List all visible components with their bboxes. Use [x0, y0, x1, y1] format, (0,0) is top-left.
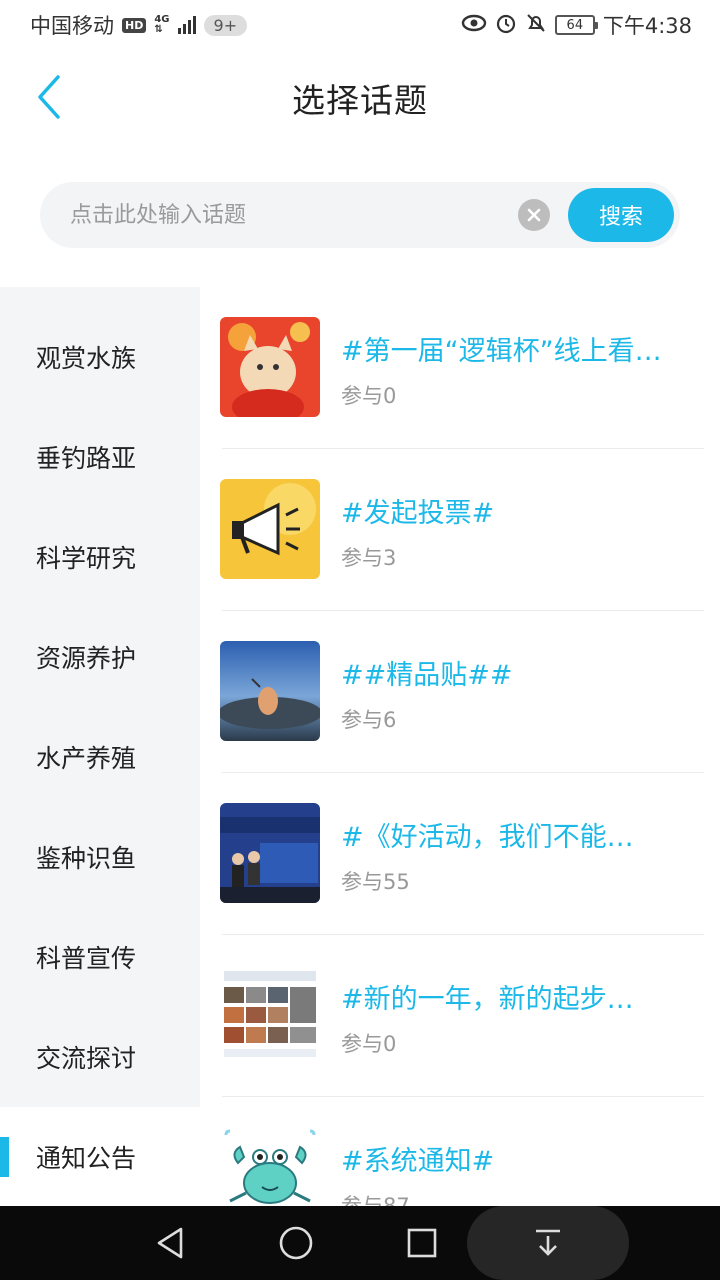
hd-badge: HD: [122, 17, 147, 33]
clear-button[interactable]: [518, 199, 550, 231]
topic-item[interactable]: #第一届“逻辑杯”线上看… 参与0: [200, 287, 720, 449]
topic-title: #新的一年，新的起步…: [341, 984, 634, 1015]
system-nav-bar: [0, 1206, 720, 1280]
topic-thumbnail: [220, 479, 320, 579]
category-label: 科普宣传: [36, 944, 137, 973]
category-item-active[interactable]: 通知公告: [0, 1107, 200, 1207]
search-button[interactable]: 搜索: [568, 188, 674, 242]
topic-title: #系统通知#: [341, 1146, 495, 1177]
active-indicator: [0, 1137, 9, 1177]
topic-list: #第一届“逻辑杯”线上看… 参与0 #发起投票# 参与3 ##精品贴## 参与6…: [200, 287, 720, 1206]
topic-item[interactable]: #新的一年，新的起步… 参与0: [200, 935, 720, 1097]
status-right: 64 下午4:38: [461, 10, 692, 40]
category-label: 观赏水族: [36, 344, 137, 373]
topic-participant-count: 参与6: [341, 708, 397, 732]
topic-item[interactable]: ##精品贴## 参与6: [200, 611, 720, 773]
topic-item[interactable]: #系统通知# 参与87: [200, 1097, 720, 1206]
status-bar: 中国移动 HD 4G ⇅ 9+ 64 下午4:38: [0, 0, 720, 50]
mute-bell-icon: [525, 12, 547, 39]
page-title: 选择话题: [292, 80, 428, 120]
topic-thumbnail: [220, 1127, 320, 1206]
header: 选择话题: [0, 55, 720, 140]
topic-thumbnail: [220, 317, 320, 417]
category-item[interactable]: 科学研究: [0, 507, 200, 607]
topic-item[interactable]: #发起投票# 参与3: [200, 449, 720, 611]
category-label: 水产养殖: [36, 744, 137, 773]
pull-down-icon: [536, 1229, 560, 1256]
topic-participant-count: 参与0: [341, 1032, 397, 1056]
topic-participant-count: 参与3: [341, 546, 397, 570]
topic-item[interactable]: #《好活动，我们不能… 参与55: [200, 773, 720, 935]
alarm-icon: [495, 12, 517, 39]
data-arrows-icon: ⇅: [154, 24, 163, 35]
nav-back-button[interactable]: [120, 1206, 220, 1280]
category-label: 鉴种识鱼: [36, 844, 137, 873]
chevron-left-icon: [38, 75, 60, 119]
back-button[interactable]: [24, 67, 74, 127]
category-item[interactable]: 观赏水族: [0, 307, 200, 407]
category-item[interactable]: 鉴种识鱼: [0, 807, 200, 907]
nav-recents-button[interactable]: [372, 1206, 472, 1280]
nav-home-button[interactable]: [246, 1206, 346, 1280]
category-label: 科学研究: [36, 544, 137, 573]
clock-label: 下午4:38: [602, 14, 692, 38]
category-item[interactable]: 资源养护: [0, 607, 200, 707]
topic-participant-count: 参与87: [341, 1194, 410, 1206]
search-bar: 搜索: [40, 182, 680, 248]
category-label: 通知公告: [36, 1144, 137, 1173]
category-label: 垂钓路亚: [36, 444, 137, 473]
category-label: 交流探讨: [36, 1044, 137, 1073]
category-item[interactable]: 垂钓路亚: [0, 407, 200, 507]
topic-participant-count: 参与0: [341, 384, 397, 408]
battery-level: 64: [566, 17, 584, 33]
category-item[interactable]: 水产养殖: [0, 707, 200, 807]
topic-title: #《好活动，我们不能…: [341, 822, 634, 853]
topic-title: ##精品贴##: [341, 660, 513, 691]
category-sidebar: 观赏水族 垂钓路亚 科学研究 资源养护 水产养殖 鉴种识鱼 科普宣传 交流探讨 …: [0, 287, 200, 1207]
circle-home-icon: [279, 1226, 313, 1260]
category-label: 资源养护: [36, 644, 137, 673]
battery-icon: 64: [554, 15, 598, 35]
topic-thumbnail: [220, 803, 320, 903]
close-icon: [527, 208, 541, 222]
triangle-back-icon: [157, 1227, 183, 1259]
category-item[interactable]: 交流探讨: [0, 1007, 200, 1107]
square-recents-icon: [407, 1228, 437, 1258]
network-type: 4G ⇅: [154, 15, 169, 35]
search-input[interactable]: [70, 202, 518, 228]
topic-thumbnail: [220, 641, 320, 741]
topic-participant-count: 参与55: [341, 870, 410, 894]
topic-title: #发起投票#: [341, 498, 495, 529]
status-left: 中国移动 HD 4G ⇅ 9+: [30, 10, 248, 40]
category-item[interactable]: 科普宣传: [0, 907, 200, 1007]
carrier-label: 中国移动: [30, 14, 114, 38]
topic-thumbnail: [220, 965, 320, 1065]
notification-count-badge: 9+: [203, 14, 248, 36]
nav-notification-pull-button[interactable]: [498, 1206, 598, 1280]
topic-title: #第一届“逻辑杯”线上看…: [341, 336, 662, 367]
signal-icon: [177, 16, 196, 34]
eye-comfort-icon: [461, 13, 487, 38]
